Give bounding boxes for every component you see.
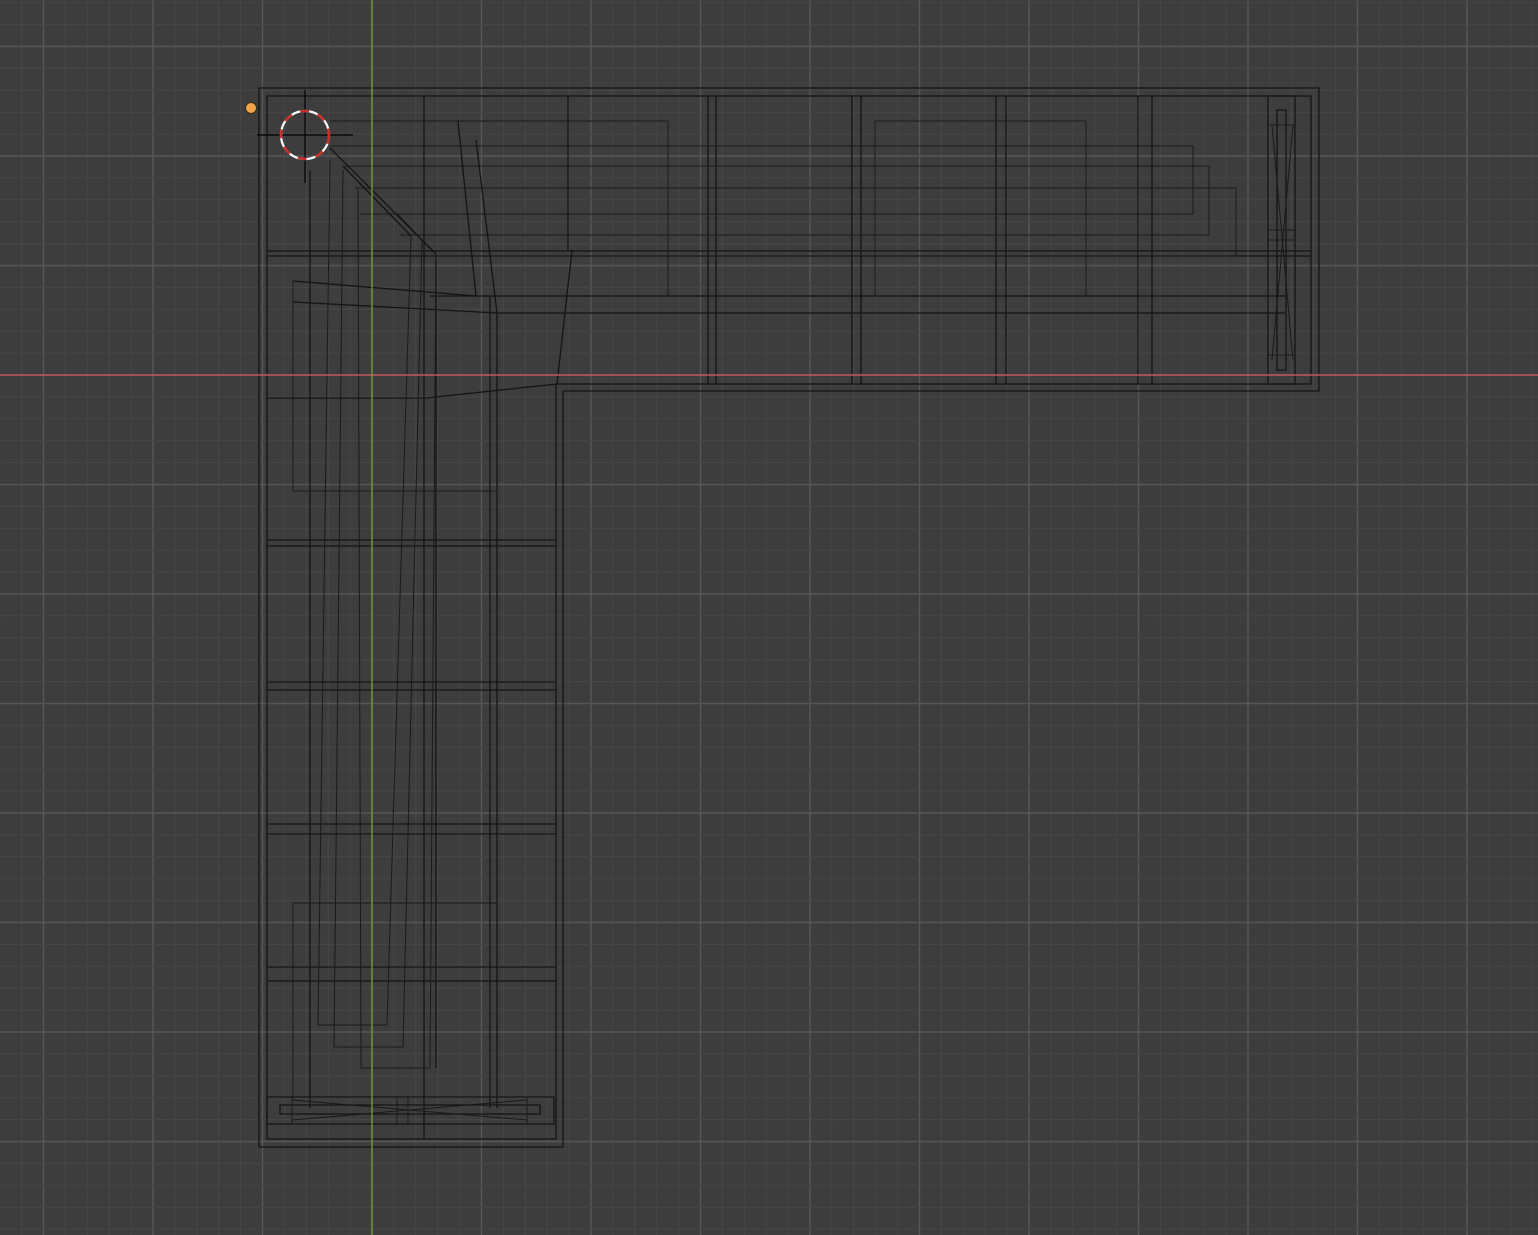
viewport-overlays[interactable] (0, 0, 1538, 1235)
object-origin-dot-icon[interactable] (245, 102, 257, 114)
3d-cursor-icon[interactable] (257, 90, 353, 183)
3d-viewport[interactable] (0, 0, 1538, 1235)
